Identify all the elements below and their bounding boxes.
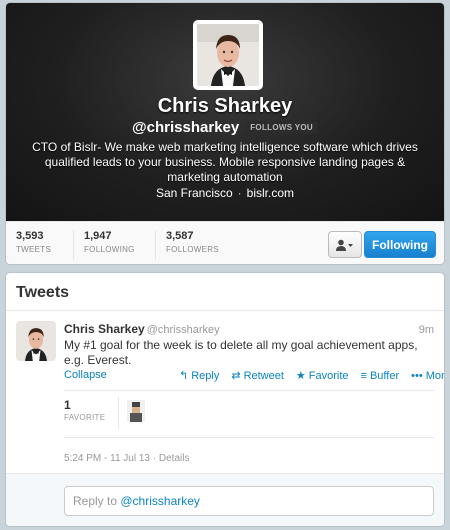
profile-handle-row: @chrissharkey FOLLOWS YOU: [6, 119, 444, 136]
stat-following-label: FOLLOWING: [84, 245, 135, 254]
more-icon: •••: [411, 369, 423, 382]
profile-avatar-image: [197, 24, 259, 86]
buffer-action[interactable]: ≡ Buffer: [361, 369, 400, 382]
tweet-timestamp[interactable]: 9m: [419, 324, 434, 336]
tweet-full-time: 5:24 PM - 11 Jul 13: [64, 453, 150, 464]
meta-separator: ·: [152, 453, 157, 464]
reply-area: Reply to @chrissharkey: [6, 473, 444, 526]
favorite-action[interactable]: ★ Favorite: [295, 369, 349, 383]
favorites-summary: 1 FAVORITE: [64, 390, 434, 438]
profile-avatar[interactable]: [193, 20, 263, 90]
following-button[interactable]: Following: [364, 231, 436, 258]
stat-following-value: 1,947: [84, 230, 112, 242]
tweet-author-name: Chris Sharkey: [64, 322, 145, 336]
star-icon: ★: [295, 370, 306, 382]
tweet-meta: 5:24 PM - 11 Jul 13 · Details: [64, 453, 189, 464]
tweet-item[interactable]: Chris Sharkey @chrissharkey 9m My #1 goal…: [6, 311, 445, 526]
details-link[interactable]: Details: [159, 453, 190, 464]
stat-following[interactable]: 1,947 FOLLOWING: [73, 230, 135, 260]
reply-icon: ↰: [179, 370, 189, 382]
tweet-actions: ↰ Reply ⇄ Retweet ★ Favorite ≡ Buffer ••…: [179, 369, 445, 383]
stat-followers-label: FOLLOWERS: [166, 245, 219, 254]
reply-handle: @chrissharkey: [120, 494, 200, 508]
reply-input[interactable]: Reply to @chrissharkey: [64, 486, 434, 516]
follows-you-badge: FOLLOWS YOU: [245, 121, 318, 134]
profile-bio: CTO of Bislr- We make web marketing inte…: [32, 140, 418, 184]
favoriter-avatar[interactable]: [127, 400, 145, 422]
user-dropdown-icon: [336, 239, 353, 251]
favorites-count[interactable]: 1: [64, 398, 71, 412]
profile-stats: 3,593 TWEETS 1,947 FOLLOWING 3,587 FOLLO…: [6, 221, 444, 264]
favorite-label: Favorite: [308, 369, 349, 382]
stat-tweets-label: TWEETS: [16, 245, 52, 254]
more-action[interactable]: ••• More: [411, 369, 445, 382]
buffer-label: Buffer: [369, 369, 400, 382]
reply-prefix: Reply to: [73, 494, 118, 508]
tweet-text: My #1 goal for the week is to delete all…: [64, 338, 418, 367]
retweet-icon: ⇄: [231, 370, 241, 382]
user-actions-button[interactable]: [328, 231, 362, 258]
reply-label: Reply: [191, 369, 220, 382]
tweets-card: Tweets Chris Sharkey @chrissharkey 9m My …: [5, 272, 445, 527]
favorites-divider: [118, 397, 119, 429]
stat-tweets[interactable]: 3,593 TWEETS: [6, 230, 51, 260]
location-separator: ·: [237, 186, 242, 200]
retweet-action[interactable]: ⇄ Retweet: [231, 369, 284, 383]
tweet-avatar[interactable]: [16, 321, 56, 361]
profile-card: Chris Sharkey @chrissharkey FOLLOWS YOU C…: [5, 2, 445, 265]
stat-followers[interactable]: 3,587 FOLLOWERS: [155, 230, 219, 260]
favorites-label: FAVORITE: [64, 413, 106, 422]
profile-location-row: San Francisco · bislr.com: [6, 186, 444, 200]
more-label: More: [425, 369, 445, 382]
tweet-avatar-image: [16, 321, 56, 361]
collapse-link[interactable]: Collapse: [64, 369, 107, 381]
favoriter-avatar-image: [127, 400, 145, 422]
reply-action[interactable]: ↰ Reply: [179, 369, 220, 383]
profile-location: San Francisco: [155, 186, 233, 200]
profile-website-link[interactable]: bislr.com: [247, 186, 294, 200]
profile-handle: @chrissharkey: [132, 119, 240, 136]
tweet-author[interactable]: Chris Sharkey @chrissharkey: [64, 322, 220, 336]
profile-name: Chris Sharkey: [157, 95, 293, 117]
tweet-author-handle: @chrissharkey: [146, 324, 220, 336]
profile-header: Chris Sharkey @chrissharkey FOLLOWS YOU C…: [6, 3, 444, 221]
stat-tweets-value: 3,593: [16, 230, 44, 242]
stat-followers-value: 3,587: [166, 230, 194, 242]
tweets-heading: Tweets: [6, 273, 444, 311]
retweet-label: Retweet: [243, 369, 284, 382]
buffer-icon: ≡: [360, 369, 367, 382]
